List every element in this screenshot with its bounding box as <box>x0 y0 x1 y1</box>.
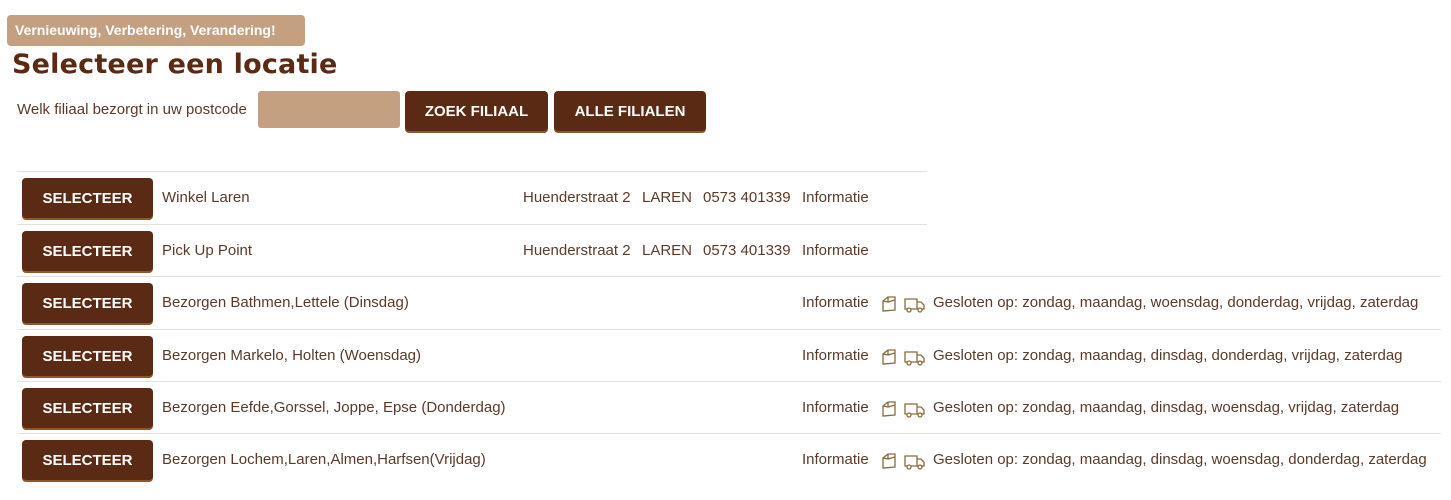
location-name: Bezorgen Eefde,Gorssel, Joppe, Epse (Don… <box>162 399 506 416</box>
location-city: LAREN <box>642 242 693 259</box>
all-stores-button[interactable]: ALLE FILIALEN <box>554 91 706 131</box>
closed-days: Gesloten op: zondag, maandag, woensdag, … <box>933 294 1419 311</box>
location-name: Bezorgen Lochem,Laren,Almen,Harfsen(Vrij… <box>162 451 486 468</box>
select-button[interactable]: SELECTEER <box>22 283 153 323</box>
location-name: Winkel Laren <box>162 189 250 206</box>
delivery-truck-icon <box>904 298 925 313</box>
search-store-button[interactable]: ZOEK FILIAAL <box>405 91 548 131</box>
location-row: SELECTEER Bezorgen Eefde,Gorssel, Joppe,… <box>17 381 1441 434</box>
select-button[interactable]: SELECTEER <box>22 231 153 271</box>
page-title: Selecteer een locatie <box>12 49 338 80</box>
postcode-label: Welk filiaal bezorgt in uw postcode <box>17 101 247 118</box>
info-link[interactable]: Informatie <box>802 172 869 224</box>
info-link[interactable]: Informatie <box>802 277 869 329</box>
promo-banner: Vernieuwing, Verbetering, Verandering! <box>7 15 305 46</box>
bread-bag-icon <box>882 401 896 417</box>
location-row: SELECTEER Bezorgen Markelo, Holten (Woen… <box>17 329 1441 382</box>
delivery-truck-icon <box>904 403 925 418</box>
info-link[interactable]: Informatie <box>802 225 869 277</box>
location-phone: 0573 401339 <box>703 242 791 259</box>
location-row: SELECTEER Bezorgen Lochem,Laren,Almen,Ha… <box>17 433 1441 486</box>
closed-days: Gesloten op: zondag, maandag, dinsdag, w… <box>933 451 1427 468</box>
info-link[interactable]: Informatie <box>802 382 869 434</box>
location-phone: 0573 401339 <box>703 189 791 206</box>
location-row: SELECTEER Pick Up Point Huenderstraat 2 … <box>17 224 927 277</box>
info-link[interactable]: Informatie <box>802 434 869 486</box>
location-row: SELECTEER Winkel Laren Huenderstraat 2 L… <box>17 171 927 224</box>
select-button[interactable]: SELECTEER <box>22 388 153 428</box>
delivery-truck-icon <box>904 455 925 470</box>
location-name: Bezorgen Markelo, Holten (Woensdag) <box>162 347 422 364</box>
select-button[interactable]: SELECTEER <box>22 440 153 480</box>
bread-bag-icon <box>882 349 896 365</box>
location-street: Huenderstraat 2 <box>523 242 631 259</box>
postcode-input[interactable] <box>258 91 400 128</box>
select-button[interactable]: SELECTEER <box>22 336 153 376</box>
closed-days: Gesloten op: zondag, maandag, dinsdag, w… <box>933 399 1400 416</box>
location-name: Pick Up Point <box>162 242 253 259</box>
info-link[interactable]: Informatie <box>802 330 869 382</box>
location-name: Bezorgen Bathmen,Lettele (Dinsdag) <box>162 294 409 311</box>
location-row: SELECTEER Bezorgen Bathmen,Lettele (Dins… <box>17 276 1441 329</box>
location-city: LAREN <box>642 189 693 206</box>
select-button[interactable]: SELECTEER <box>22 178 153 218</box>
bread-bag-icon <box>882 453 896 469</box>
location-street: Huenderstraat 2 <box>523 189 631 206</box>
closed-days: Gesloten op: zondag, maandag, dinsdag, d… <box>933 347 1403 364</box>
bread-bag-icon <box>882 296 896 312</box>
delivery-truck-icon <box>904 351 925 366</box>
